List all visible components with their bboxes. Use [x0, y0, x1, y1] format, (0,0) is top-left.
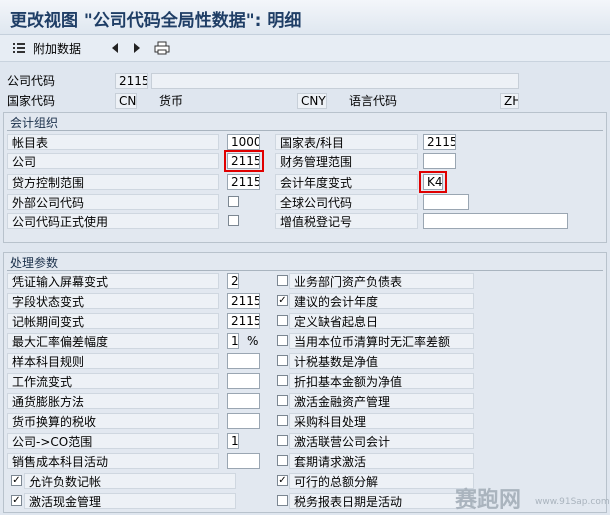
company-code-value: 2115: [115, 73, 148, 89]
external-company-code-checkbox[interactable]: [228, 196, 239, 207]
language-code-value: ZH: [500, 93, 519, 109]
next-entry-button[interactable]: [132, 38, 142, 58]
processing-param-field[interactable]: [227, 373, 260, 389]
processing-param-field[interactable]: 10: [227, 333, 239, 349]
processing-param-checkbox[interactable]: [277, 415, 288, 426]
chart-of-accounts-label: 帐目表: [7, 134, 219, 150]
processing-param-checkbox[interactable]: [277, 355, 288, 366]
group-title: 处理参数: [10, 256, 59, 270]
language-code-label: 语言代码: [349, 94, 398, 108]
vat-registration-field[interactable]: [423, 213, 568, 229]
external-company-code-label: 外部公司代码: [7, 194, 219, 210]
fm-area-field[interactable]: [423, 153, 456, 169]
processing-param-label: 通货膨胀方法: [7, 393, 219, 409]
highlight-box: [224, 150, 264, 172]
processing-param-field[interactable]: 2115: [227, 293, 260, 309]
credit-control-area-field[interactable]: 2115: [227, 174, 260, 190]
processing-param-label: 定义缺省起息日: [289, 313, 474, 329]
list-icon: [12, 41, 26, 55]
processing-param-checkbox[interactable]: ✓: [11, 475, 22, 486]
processing-param-label: 折扣基本金额为净值: [289, 373, 474, 389]
additional-data-label: 附加数据: [33, 41, 82, 56]
processing-param-label: 套期请求激活: [289, 453, 474, 469]
printer-icon: [154, 41, 170, 55]
group-divider: [7, 130, 603, 131]
global-company-code-field[interactable]: [423, 194, 469, 210]
previous-entry-button[interactable]: [110, 38, 120, 58]
processing-param-field[interactable]: [227, 353, 260, 369]
processing-param-checkbox[interactable]: [277, 375, 288, 386]
processing-param-label: 税务报表日期是活动: [289, 493, 474, 509]
processing-param-checkbox[interactable]: [277, 275, 288, 286]
processing-param-field[interactable]: [227, 393, 260, 409]
processing-param-label: 可行的总额分解: [289, 473, 474, 489]
processing-param-label: 激活联营公司会计: [289, 433, 474, 449]
group-title: 会计组织: [10, 116, 59, 130]
processing-param-field[interactable]: 2115: [227, 313, 260, 329]
processing-param-label: 公司->CO范围: [7, 433, 219, 449]
unit-label: %: [247, 334, 259, 348]
company-code-productive-checkbox[interactable]: [228, 215, 239, 226]
processing-param-label: 建议的会计年度: [289, 293, 474, 309]
processing-param-checkbox[interactable]: ✓: [11, 495, 22, 506]
currency-value: CNY: [297, 93, 327, 109]
company-name-value: [151, 73, 519, 89]
company-label: 公司: [7, 153, 219, 169]
processing-param-field[interactable]: [227, 453, 260, 469]
processing-param-label: 货币换算的税收: [7, 413, 219, 429]
processing-param-label: 凭证输入屏幕变式: [7, 273, 219, 289]
chart-of-accounts-field[interactable]: 1000: [227, 134, 260, 150]
highlight-box: [419, 171, 447, 193]
processing-param-label: 样本科目规则: [7, 353, 219, 369]
group-divider: [7, 270, 603, 271]
vat-registration-label: 增值税登记号: [275, 213, 418, 229]
processing-param-label: 最大汇率偏差幅度: [7, 333, 219, 349]
processing-param-field[interactable]: 1: [227, 433, 239, 449]
country-chart-label: 国家表/科目: [275, 134, 418, 150]
fm-area-label: 财务管理范围: [275, 153, 418, 169]
arrow-left-icon: [112, 43, 118, 53]
processing-param-field[interactable]: 2: [227, 273, 239, 289]
processing-param-label: 字段状态变式: [7, 293, 219, 309]
watermark-logo: 赛跑网: [455, 488, 522, 513]
fiscal-year-variant-label: 会计年度变式: [275, 174, 418, 190]
processing-param-checkbox[interactable]: [277, 335, 288, 346]
global-company-code-label: 全球公司代码: [275, 194, 418, 210]
processing-param-label: 计税基数是净值: [289, 353, 474, 369]
processing-param-label: 激活金融资产管理: [289, 393, 474, 409]
processing-param-checkbox[interactable]: [277, 435, 288, 446]
title-bar: 更改视图 "公司代码全局性数据": 明细: [0, 0, 610, 35]
application-toolbar: 附加数据: [0, 35, 610, 62]
processing-param-label: 激活现金管理: [24, 493, 236, 509]
processing-param-label: 采购科目处理: [289, 413, 474, 429]
country-code-value: CN: [115, 93, 137, 109]
arrow-right-icon: [134, 43, 140, 53]
processing-param-field[interactable]: [227, 413, 260, 429]
additional-data-button[interactable]: 附加数据: [12, 38, 81, 58]
page-title: 更改视图 "公司代码全局性数据": 明细: [10, 11, 302, 31]
processing-param-checkbox[interactable]: [277, 495, 288, 506]
processing-param-checkbox[interactable]: ✓: [277, 295, 288, 306]
watermark-url: www.91Sap.com: [535, 497, 610, 507]
processing-param-checkbox[interactable]: [277, 455, 288, 466]
currency-label: 货币: [159, 94, 184, 108]
processing-param-label: 允许负数记帐: [24, 473, 236, 489]
credit-control-area-label: 贷方控制范围: [7, 174, 219, 190]
company-code-label: 公司代码: [7, 74, 56, 88]
processing-param-label: 工作流变式: [7, 373, 219, 389]
processing-param-checkbox[interactable]: ✓: [277, 475, 288, 486]
processing-param-label: 销售成本科目活动: [7, 453, 219, 469]
processing-param-label: 当用本位币清算时无汇率差额: [289, 333, 474, 349]
processing-param-label: 记帐期间变式: [7, 313, 219, 329]
company-code-productive-label: 公司代码正式使用: [7, 213, 219, 229]
processing-param-checkbox[interactable]: [277, 315, 288, 326]
processing-param-checkbox[interactable]: [277, 395, 288, 406]
country-chart-field[interactable]: 2115: [423, 134, 456, 150]
country-code-label: 国家代码: [7, 94, 56, 108]
print-button[interactable]: [154, 38, 170, 58]
processing-param-label: 业务部门资产负债表: [289, 273, 474, 289]
